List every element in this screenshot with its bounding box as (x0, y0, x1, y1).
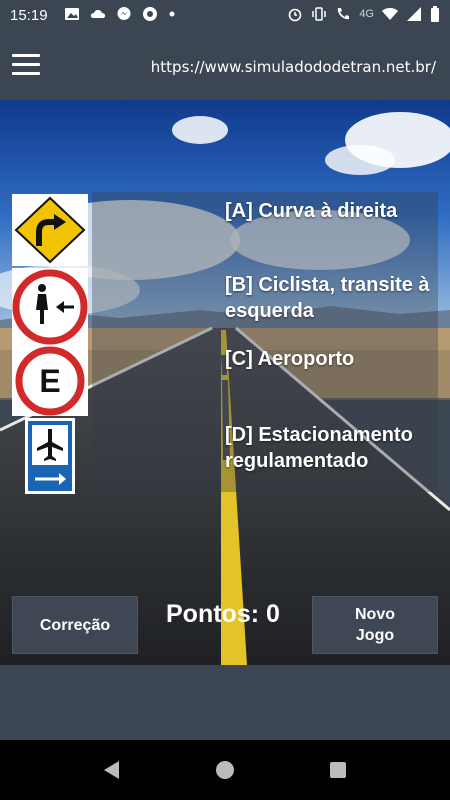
score-display: Pontos: 0 (166, 600, 280, 629)
recents-square-icon[interactable] (328, 760, 348, 780)
hamburger-menu-icon[interactable] (12, 54, 40, 76)
back-triangle-icon[interactable] (102, 760, 122, 780)
messenger-icon (117, 7, 131, 20)
correction-button[interactable]: Correção (12, 596, 138, 654)
status-bar: 15:19 4G (0, 0, 450, 32)
wifi-icon (382, 8, 398, 20)
app-bar: https://www.simuladododetran.net.br/ (0, 32, 450, 100)
answer-d[interactable]: [D] Estacionamento regulamentado (225, 422, 440, 474)
vibrate-icon (312, 7, 327, 21)
answer-c[interactable]: [C] Aeroporto (225, 346, 440, 372)
wifi-call-icon (338, 8, 350, 20)
answer-a[interactable]: [A] Curva à direita (225, 198, 440, 224)
score-label: Pontos: (166, 600, 260, 628)
battery-icon (431, 6, 439, 22)
dot-icon (169, 11, 175, 17)
alarm-icon (289, 8, 302, 22)
chrome-icon (143, 7, 157, 21)
home-circle-icon[interactable] (215, 760, 235, 780)
status-time: 15:19 (10, 7, 48, 24)
bottom-area (0, 665, 450, 740)
network-label: 4G (359, 8, 374, 20)
system-nav-bar (0, 740, 450, 800)
status-left-icons (64, 6, 176, 22)
site-url[interactable]: https://www.simuladododetran.net.br/ (151, 58, 436, 76)
game-scene: E [A] Curva à direita [B] Ciclista, tran… (0, 100, 450, 665)
score-value: 0 (266, 600, 280, 628)
answer-b[interactable]: [B] Ciclista, transite à esquerda (225, 272, 440, 324)
cloud-icon (90, 10, 106, 18)
image-icon (65, 8, 79, 20)
signal-icon (407, 7, 421, 21)
new-game-button[interactable]: Novo Jogo (312, 596, 438, 654)
parking-sign-letter: E (39, 363, 60, 399)
status-right-icons: 4G (287, 6, 440, 22)
